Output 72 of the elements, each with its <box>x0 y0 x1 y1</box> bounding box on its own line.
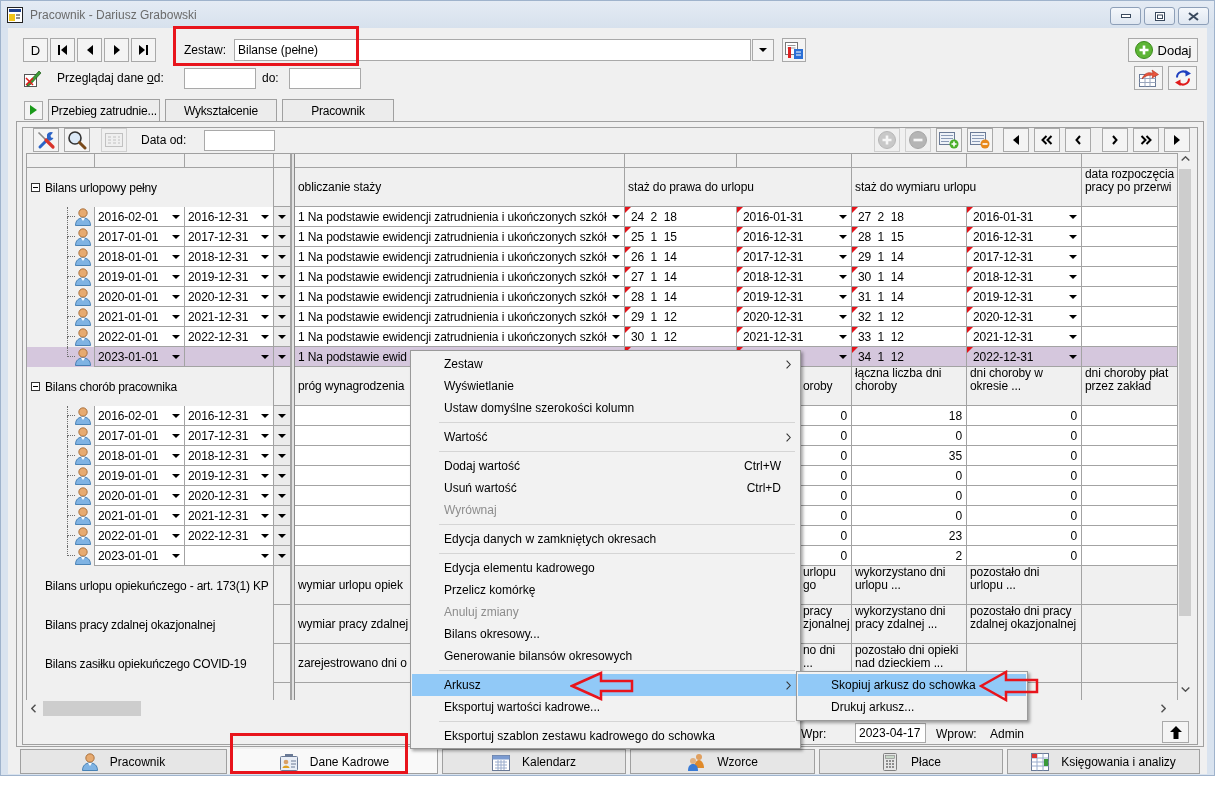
table-cell: 24 2 18 <box>625 207 737 227</box>
cell-value: 0 <box>840 488 847 503</box>
cell-value: 0 <box>840 428 847 443</box>
table-cell: 0 <box>967 406 1082 426</box>
table-cell: 30 1 12 <box>625 327 737 347</box>
table-cell: 34 1 12 <box>852 347 967 367</box>
column-header: wymiar urlopu opiek <box>298 578 403 592</box>
cell-value: 0 <box>840 548 847 563</box>
table-cell: 0 <box>967 466 1082 486</box>
column-header: staż do wymiaru urlopu <box>855 180 977 194</box>
column-header: oroby <box>803 379 833 393</box>
table-cell: 27 2 18 <box>852 207 967 227</box>
table-cell: 23 <box>852 526 967 546</box>
column-header: staż do prawa do urlopu <box>628 180 754 194</box>
table-cell: 27 1 14 <box>625 267 737 287</box>
group-title: Bilans pracy zdalnej okazjonalnej <box>45 617 216 632</box>
column-header: dni choroby w okresie ... <box>970 367 1043 393</box>
table-cell: 0 <box>967 506 1082 526</box>
operator-name: Admin <box>990 726 1024 741</box>
field-label: Wprow: <box>936 726 978 741</box>
table-cell: 29 1 14 <box>852 247 967 267</box>
cell-value: 0 <box>840 408 847 423</box>
table-cell: 18 <box>852 406 967 426</box>
column-header: zarejestrowano dni o <box>298 656 407 670</box>
column-header: urlopu go <box>803 566 836 592</box>
column-header: no dni ... <box>803 644 836 670</box>
column-header: pozostało dni urlopu ... <box>970 566 1040 592</box>
field-label: Zestaw: <box>184 43 226 57</box>
table-cell: 0 <box>852 506 967 526</box>
table-cell: 29 1 12 <box>625 307 737 327</box>
field-label: Przeglądaj dane od: <box>57 71 165 85</box>
field-label: Wpr: <box>801 726 828 741</box>
column-header: obliczanie staży <box>298 180 382 194</box>
table-cell: 0 <box>852 426 967 446</box>
column-header: pozostało dni pracy zdalnej okazjonalnej <box>970 605 1077 631</box>
table-cell: 0 <box>852 486 967 506</box>
column-header: pozostało dni opieki nad dzieckiem ... <box>855 644 959 670</box>
group-title: Bilans zasiłku opiekuńczego COVID-19 <box>45 656 247 671</box>
field-label: Data od: <box>141 133 188 147</box>
column-header: data rozpoczęcia pracy po przerwi <box>1085 168 1175 194</box>
table-cell: 35 <box>852 446 967 466</box>
table-cell: 28 1 15 <box>852 227 967 247</box>
table-cell: 33 1 12 <box>852 327 967 347</box>
table-cell: 28 1 14 <box>625 287 737 307</box>
column-header: wymiar pracy zdalnej <box>298 617 409 631</box>
table-cell: 0 <box>852 466 967 486</box>
column-header: wykorzystano dni urlopu ... <box>855 566 946 592</box>
group-title: Bilans urlopu opiekuńczego - art. 173(1) KP <box>45 578 269 593</box>
table-cell: 0 <box>967 446 1082 466</box>
table-cell: 0 <box>967 486 1082 506</box>
table-cell: 32 1 12 <box>852 307 967 327</box>
cell-value: 0 <box>840 528 847 543</box>
cell-value: 0 <box>840 508 847 523</box>
table-cell: 0 <box>967 546 1082 566</box>
column-header: dni choroby płat przez zakład <box>1085 367 1169 393</box>
cell-value: 0 <box>840 468 847 483</box>
column-header: pracy zjonalnej <box>803 605 850 631</box>
table-cell: 2 <box>852 546 967 566</box>
window-title: Pracownik - Dariusz Grabowski <box>30 7 198 22</box>
column-header: wykorzystano dni pracy zdalnej ... <box>855 605 946 631</box>
table-cell: 31 1 14 <box>852 287 967 307</box>
table-cell: 30 1 14 <box>852 267 967 287</box>
group-title: Bilans urlopowy pełny <box>45 180 157 195</box>
column-header: próg wynagrodzenia <box>298 379 405 393</box>
cell-value: 0 <box>840 448 847 463</box>
table-cell: 0 <box>967 526 1082 546</box>
group-title: Bilans chorób pracownika <box>45 379 177 394</box>
column-header: łączna liczba dni choroby <box>855 367 942 393</box>
table-cell: 26 1 14 <box>625 247 737 267</box>
table-cell: 0 <box>967 426 1082 446</box>
field-label: do: <box>262 71 280 85</box>
table-cell: 25 1 15 <box>625 227 737 247</box>
